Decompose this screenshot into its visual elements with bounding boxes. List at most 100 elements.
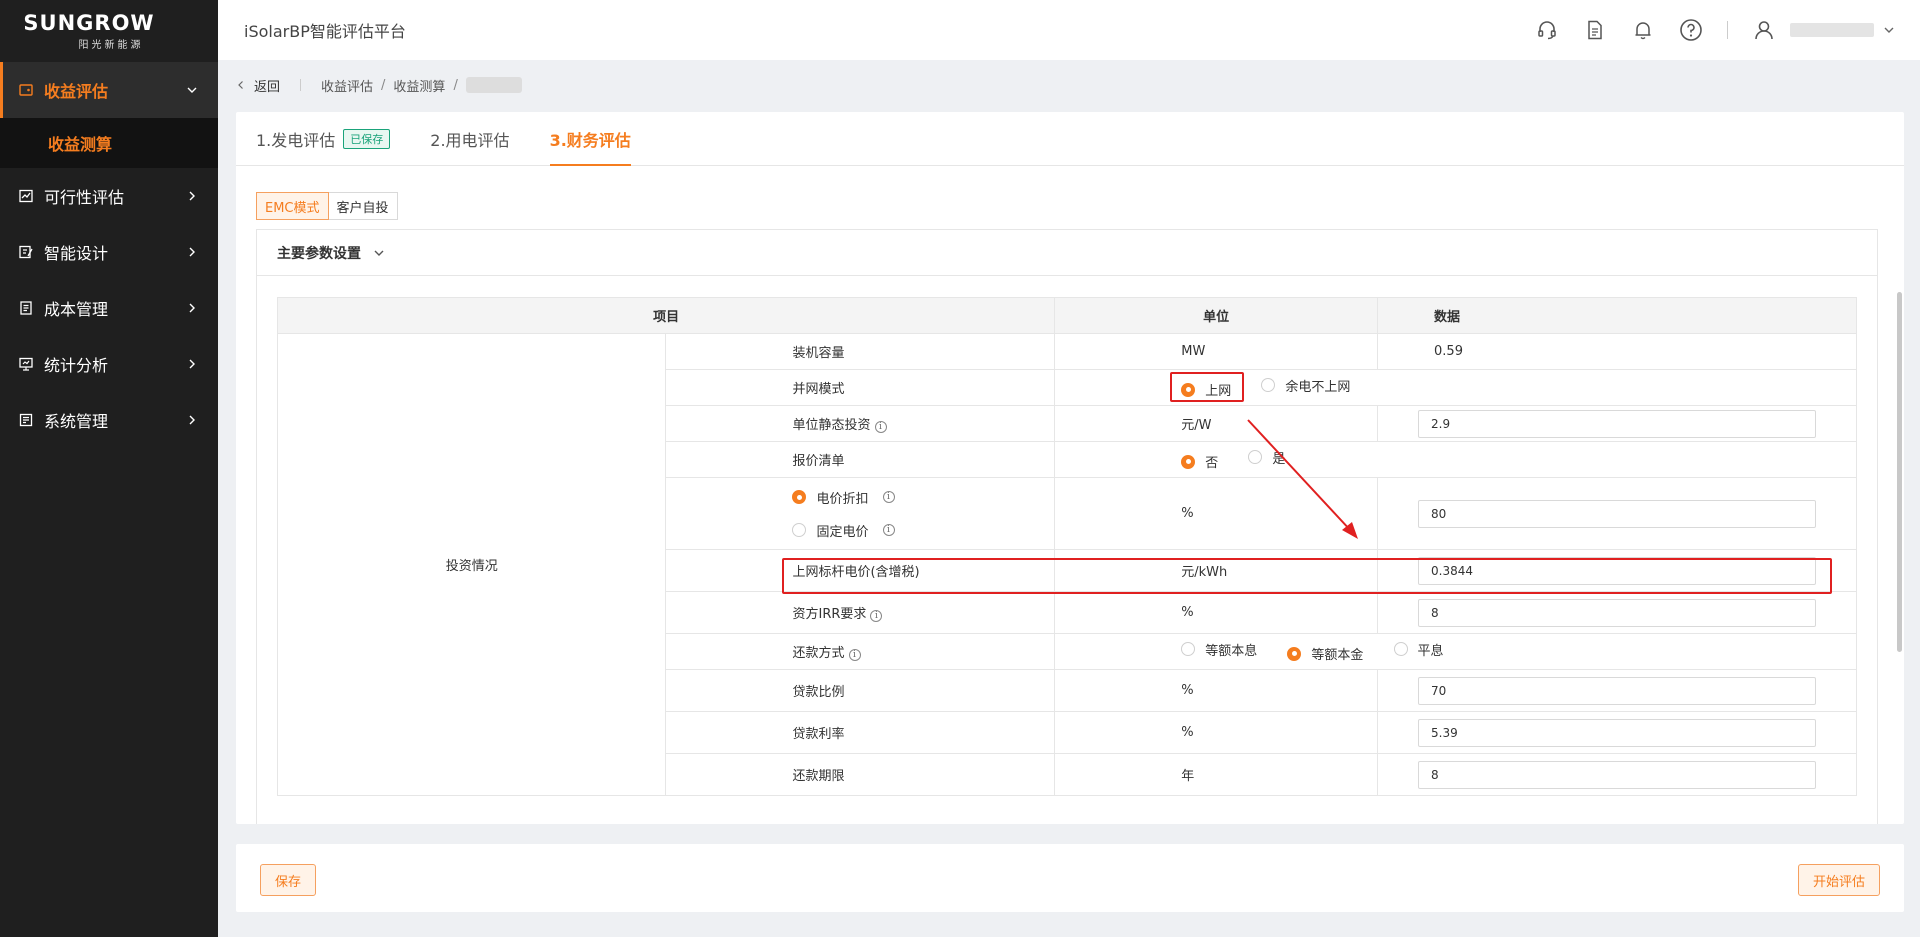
radio-dot (1181, 642, 1196, 657)
info-icon[interactable]: i (848, 649, 861, 661)
chevron-down-icon[interactable] (1882, 18, 1896, 42)
chevron-right-icon (186, 302, 198, 314)
sidebar-item-label: 系统管理 (44, 412, 109, 431)
discount-input[interactable]: 80 (1418, 499, 1817, 528)
row-label: 报价清单 (665, 441, 1056, 478)
help-icon[interactable] (1679, 18, 1703, 42)
repay-radio-group: 等额本息 等额本金 平息 (1054, 633, 1857, 670)
chevron-right-icon (186, 190, 198, 202)
user-icon[interactable] (1752, 18, 1776, 42)
radio-price-discount[interactable]: 电价折扣 i (792, 488, 1028, 507)
save-button[interactable]: 保存 (260, 864, 317, 896)
radio-flat-interest[interactable]: 平息 (1393, 640, 1444, 659)
sidebar-item-label: 智能设计 (44, 244, 109, 263)
vertical-scrollbar[interactable] (1897, 292, 1902, 652)
sidebar-item-system-management[interactable]: 系统管理 (0, 392, 218, 448)
row-unit: 元/W (1054, 405, 1379, 442)
irr-input[interactable]: 8 (1418, 598, 1817, 627)
sidebar-subitem-revenue-calc[interactable]: 收益测算 (0, 118, 218, 168)
topbar-divider (1727, 21, 1728, 39)
mode-self-invest-button[interactable]: 客户自投 (328, 192, 398, 220)
group-investment: 投资情况 (276, 333, 667, 796)
value-cell: 8 (1377, 753, 1857, 796)
loan-ratio-input[interactable]: 70 (1418, 676, 1817, 705)
radio-dot (1181, 454, 1196, 469)
info-icon[interactable]: i (874, 421, 887, 433)
loan-term-input[interactable]: 8 (1418, 760, 1817, 789)
row-label: 并网模式 (665, 369, 1056, 406)
info-icon[interactable]: i (870, 610, 883, 622)
grid-mode-radio-group: 上网 余电不上网 (1054, 369, 1857, 406)
static-invest-input[interactable]: 2.9 (1418, 409, 1817, 438)
value-cell: 2.9 (1377, 405, 1857, 442)
sidebar-item-smart-design[interactable]: 智能设计 (0, 224, 218, 280)
radio-dot (1248, 450, 1263, 465)
chevron-down-icon (373, 247, 385, 259)
row-label: 装机容量 (665, 333, 1056, 370)
panel-header[interactable]: 主要参数设置 (257, 230, 1877, 276)
price-mode-radio-group: 电价折扣 i 固定电价 i (665, 477, 1056, 550)
row-unit: 元/kWh (1054, 549, 1379, 592)
benchmark-price-input[interactable]: 0.3844 (1418, 556, 1817, 585)
back-button[interactable]: 返回 (236, 76, 280, 95)
radio-no-export[interactable]: 余电不上网 (1261, 376, 1350, 395)
radio-dot (1393, 642, 1408, 657)
radio-label: 平息 (1417, 643, 1444, 659)
header-data: 数据 (1377, 297, 1857, 334)
sidebar-item-statistics[interactable]: 统计分析 (0, 336, 218, 392)
header-item: 项目 (276, 297, 1056, 334)
sidebar-item-revenue-assessment[interactable]: 收益评估 (0, 62, 218, 118)
label-text: 还款方式 (792, 646, 845, 661)
value-cell: 80 (1377, 477, 1857, 550)
label-text: 单位静态投资 (792, 418, 871, 433)
breadcrumb-divider (300, 79, 302, 91)
radio-quote-yes[interactable]: 是 (1248, 448, 1285, 467)
wallet-icon (18, 82, 34, 98)
value-cell: 0.3844 (1377, 549, 1857, 592)
info-icon[interactable]: i (882, 491, 895, 503)
user-name-redacted[interactable] (1790, 23, 1874, 37)
main-card: 1.发电评估 已保存 2.用电评估 3.财务评估 EMC模式 客户自投 主要参数… (236, 112, 1904, 824)
radio-label: 余电不上网 (1285, 379, 1351, 395)
info-icon[interactable]: i (882, 524, 895, 536)
params-table: 项目 单位 数据 投资情况 装机容量 MW 0.59 并网模式 上网 余电不上网 (276, 297, 1857, 796)
radio-dot (1181, 382, 1196, 397)
monitor-icon (18, 356, 34, 372)
sidebar-item-label: 成本管理 (44, 300, 109, 319)
breadcrumb-item-revenue-assessment[interactable]: 收益评估 (321, 76, 373, 95)
params-panel: 主要参数设置 项目 单位 数据 投资情况 装机容量 MW 0.59 并网模式 上… (256, 229, 1878, 824)
radio-grid-export[interactable]: 上网 (1181, 380, 1231, 399)
mode-emc-button[interactable]: EMC模式 (256, 192, 329, 220)
sidebar-item-label: 收益评估 (44, 82, 109, 101)
headset-icon[interactable] (1535, 18, 1559, 42)
sungrow-logo: SUNGROW 阳光新能源 (0, 0, 218, 62)
radio-label: 是 (1272, 451, 1286, 467)
row-unit: % (1054, 477, 1379, 550)
radio-fixed-price[interactable]: 固定电价 i (792, 521, 1028, 540)
document-icon[interactable] (1583, 18, 1607, 42)
tab-label: 1.发电评估 (256, 130, 336, 150)
chart-icon (18, 188, 34, 204)
chevron-right-icon (186, 246, 198, 258)
start-evaluation-button[interactable]: 开始评估 (1797, 864, 1880, 896)
tab-financial[interactable]: 3.财务评估 (549, 112, 632, 166)
row-label: 资方IRR要求 i (665, 591, 1056, 634)
capacity-value: 0.59 (1377, 333, 1857, 370)
breadcrumb-item-revenue-calc[interactable]: 收益测算 (393, 76, 445, 95)
tab-label: 3.财务评估 (549, 130, 631, 150)
radio-equal-installment[interactable]: 等额本息 (1181, 640, 1257, 659)
bell-icon[interactable] (1631, 18, 1655, 42)
loan-rate-input[interactable]: 5.39 (1418, 718, 1817, 747)
value-cell: 8 (1377, 591, 1857, 634)
radio-label: 固定电价 (816, 524, 869, 540)
sidebar-item-cost-management[interactable]: 成本管理 (0, 280, 218, 336)
tab-label: 2.用电评估 (430, 130, 510, 150)
sidebar-item-label: 可行性评估 (44, 188, 125, 207)
tab-power-consumption[interactable]: 2.用电评估 (430, 112, 509, 165)
tab-power-generation[interactable]: 1.发电评估 已保存 (256, 112, 391, 165)
radio-equal-principal[interactable]: 等额本金 (1287, 644, 1363, 663)
sidebar-item-feasibility[interactable]: 可行性评估 (0, 168, 218, 224)
radio-quote-no[interactable]: 否 (1181, 452, 1218, 471)
chevron-down-icon (186, 84, 198, 96)
panel-title: 主要参数设置 (277, 245, 361, 262)
